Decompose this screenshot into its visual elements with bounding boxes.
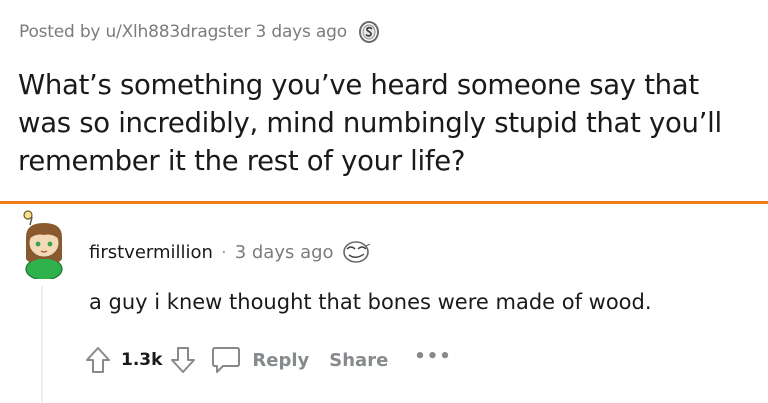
silver-award-icon[interactable] xyxy=(357,20,381,44)
share-button[interactable]: Share xyxy=(329,350,388,371)
comment-header: firstvermillion · 3 days ago xyxy=(89,238,372,266)
downvote-arrow-icon[interactable] xyxy=(170,346,196,374)
post-title[interactable]: What’s something you’ve heard someone sa… xyxy=(18,66,758,180)
divider xyxy=(0,201,768,204)
comment-time[interactable]: 3 days ago xyxy=(235,242,334,263)
separator-dot: · xyxy=(220,241,227,263)
thread-line[interactable] xyxy=(41,286,43,403)
comment-username[interactable]: firstvermillion xyxy=(89,242,213,263)
more-options-icon[interactable]: ••• xyxy=(414,346,452,367)
comment-actions: 1.3k Reply Share ••• xyxy=(85,340,452,380)
vote-score: 1.3k xyxy=(121,350,163,370)
avatar[interactable] xyxy=(16,209,72,281)
reply-bubble-icon[interactable] xyxy=(210,345,242,375)
post-meta-text: Posted by u/Xlh883dragster 3 days ago xyxy=(19,22,347,42)
upvote-arrow-icon[interactable] xyxy=(85,346,111,374)
face-award-icon[interactable] xyxy=(342,240,372,264)
post-meta: Posted by u/Xlh883dragster 3 days ago xyxy=(19,20,381,44)
comment-body: a guy i knew thought that bones were mad… xyxy=(89,290,652,314)
reply-button[interactable]: Reply xyxy=(252,350,309,371)
